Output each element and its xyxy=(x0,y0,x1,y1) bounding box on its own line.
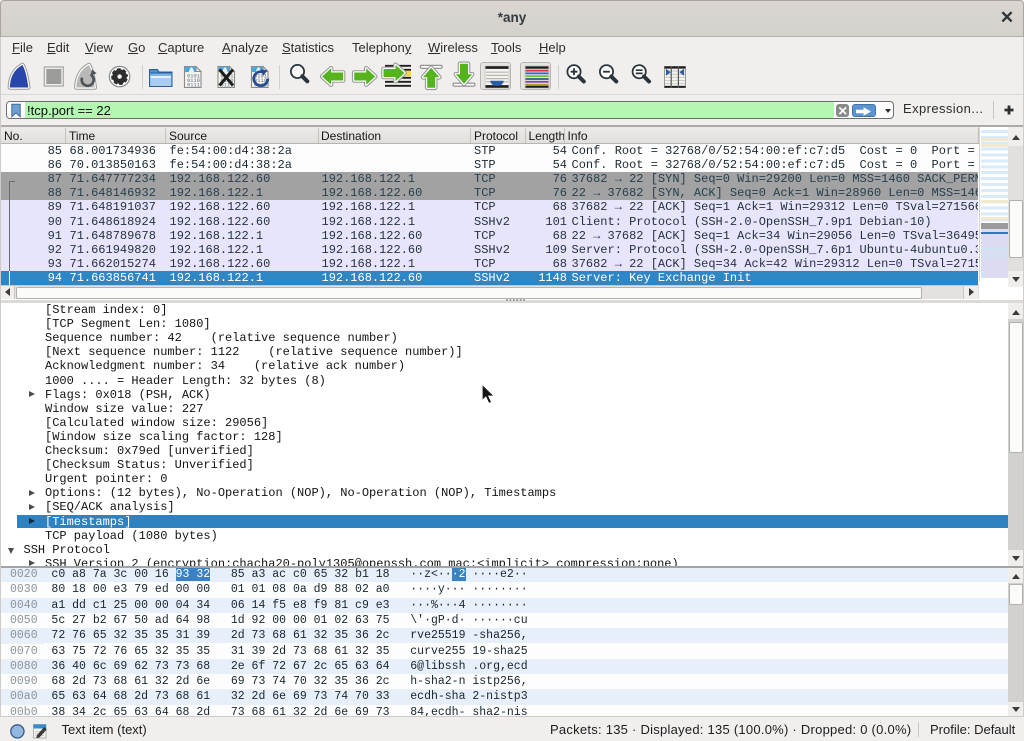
svg-text:0111: 0111 xyxy=(187,83,200,89)
